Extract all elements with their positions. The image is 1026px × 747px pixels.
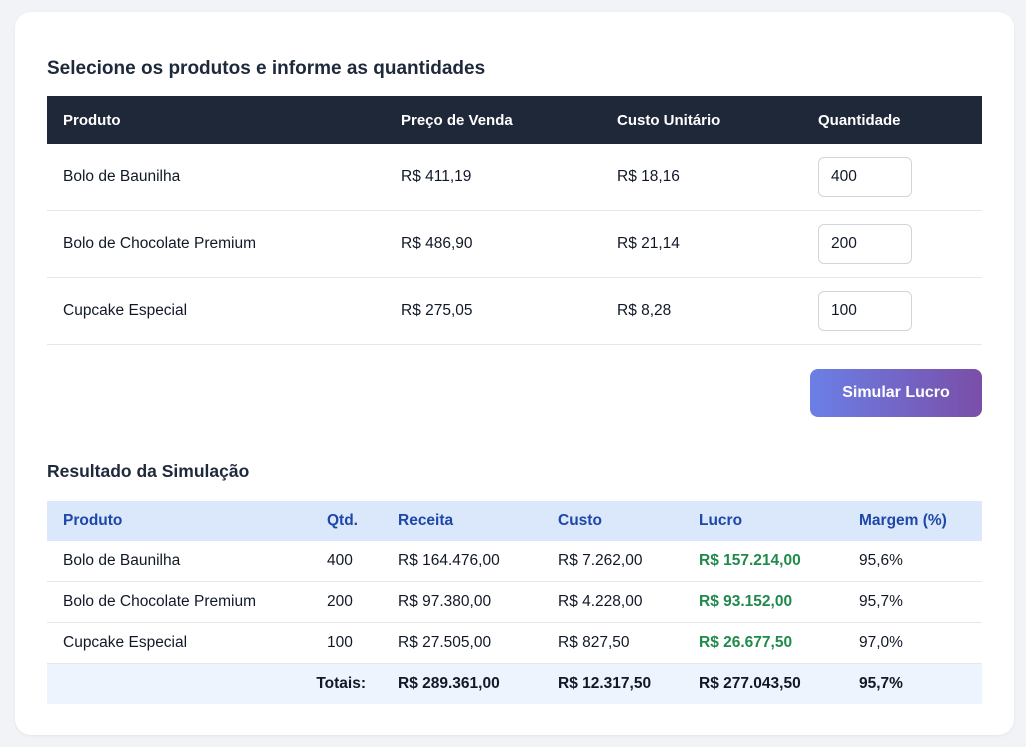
selection-title: Selecione os produtos e informe as quant… [47,58,486,79]
sale-price: R$ 486,90 [385,210,601,278]
table-row: Cupcake Especial R$ 275,05 R$ 8,28 [47,277,982,345]
header-receita: Receita [398,512,454,529]
simulation-card: Selecione os produtos e informe as quant… [15,12,1014,735]
quantity: 100 [311,622,382,664]
total-profit: R$ 277.043,50 [699,675,801,692]
revenue: R$ 27.505,00 [382,622,542,664]
total-margin: 95,7% [859,675,903,692]
product-table-header: Produto Preço de Venda Custo Unitário Qu… [47,96,982,144]
result-title: Resultado da Simulação [47,461,250,481]
simulate-profit-button[interactable]: Simular Lucro [810,369,982,417]
product-table: Produto Preço de Venda Custo Unitário Qu… [47,96,982,345]
totals-label: Totais: [316,675,366,692]
total-cost: R$ 12.317,50 [558,675,652,692]
quantity-cell [802,210,982,278]
profit: R$ 93.152,00 [683,581,843,623]
header-qtd: Qtd. [327,512,358,529]
result-table: Produto Qtd. Receita Custo Lucro Margem … [47,501,982,704]
cost: R$ 827,50 [542,622,683,664]
header-lucro: Lucro [699,512,743,529]
product-name: Cupcake Especial [47,622,311,664]
header-quantidade: Quantidade [818,111,901,129]
profit: R$ 26.677,50 [683,622,843,664]
header-custo-unitario: Custo Unitário [617,111,721,129]
table-row: Cupcake Especial 100 R$ 27.505,00 R$ 827… [47,622,982,664]
unit-cost: R$ 8,28 [601,277,802,345]
unit-cost: R$ 21,14 [601,210,802,278]
totals-row: Totais: R$ 289.361,00 R$ 12.317,50 R$ 27… [47,663,982,704]
quantity: 400 [311,541,382,582]
header-produto: Produto [63,111,121,129]
margin: 95,7% [843,581,982,623]
quantity-input[interactable] [818,224,912,264]
product-name: Bolo de Baunilha [47,144,385,211]
header-custo: Custo [558,512,602,529]
total-revenue: R$ 289.361,00 [398,675,500,692]
table-row: Bolo de Chocolate Premium R$ 486,90 R$ 2… [47,210,982,278]
cost: R$ 4.228,00 [542,581,683,623]
product-name: Bolo de Chocolate Premium [47,581,311,623]
result-table-header: Produto Qtd. Receita Custo Lucro Margem … [47,501,982,541]
unit-cost: R$ 18,16 [601,144,802,211]
cost: R$ 7.262,00 [542,541,683,582]
margin: 95,6% [843,541,982,582]
table-row: Bolo de Baunilha 400 R$ 164.476,00 R$ 7.… [47,541,982,582]
product-name: Cupcake Especial [47,277,385,345]
margin: 97,0% [843,622,982,664]
revenue: R$ 97.380,00 [382,581,542,623]
quantity-input[interactable] [818,157,912,197]
quantity-cell [802,277,982,345]
header-preco-venda: Preço de Venda [401,111,513,129]
revenue: R$ 164.476,00 [382,541,542,582]
quantity-input[interactable] [818,291,912,331]
sale-price: R$ 275,05 [385,277,601,345]
table-row: Bolo de Chocolate Premium 200 R$ 97.380,… [47,581,982,623]
header-margem: Margem (%) [859,512,947,529]
product-name: Bolo de Chocolate Premium [47,210,385,278]
product-name: Bolo de Baunilha [47,541,311,582]
header-produto: Produto [63,512,123,529]
profit: R$ 157.214,00 [683,541,843,582]
quantity: 200 [311,581,382,623]
quantity-cell [802,144,982,211]
sale-price: R$ 411,19 [385,144,601,211]
table-row: Bolo de Baunilha R$ 411,19 R$ 18,16 [47,144,982,211]
